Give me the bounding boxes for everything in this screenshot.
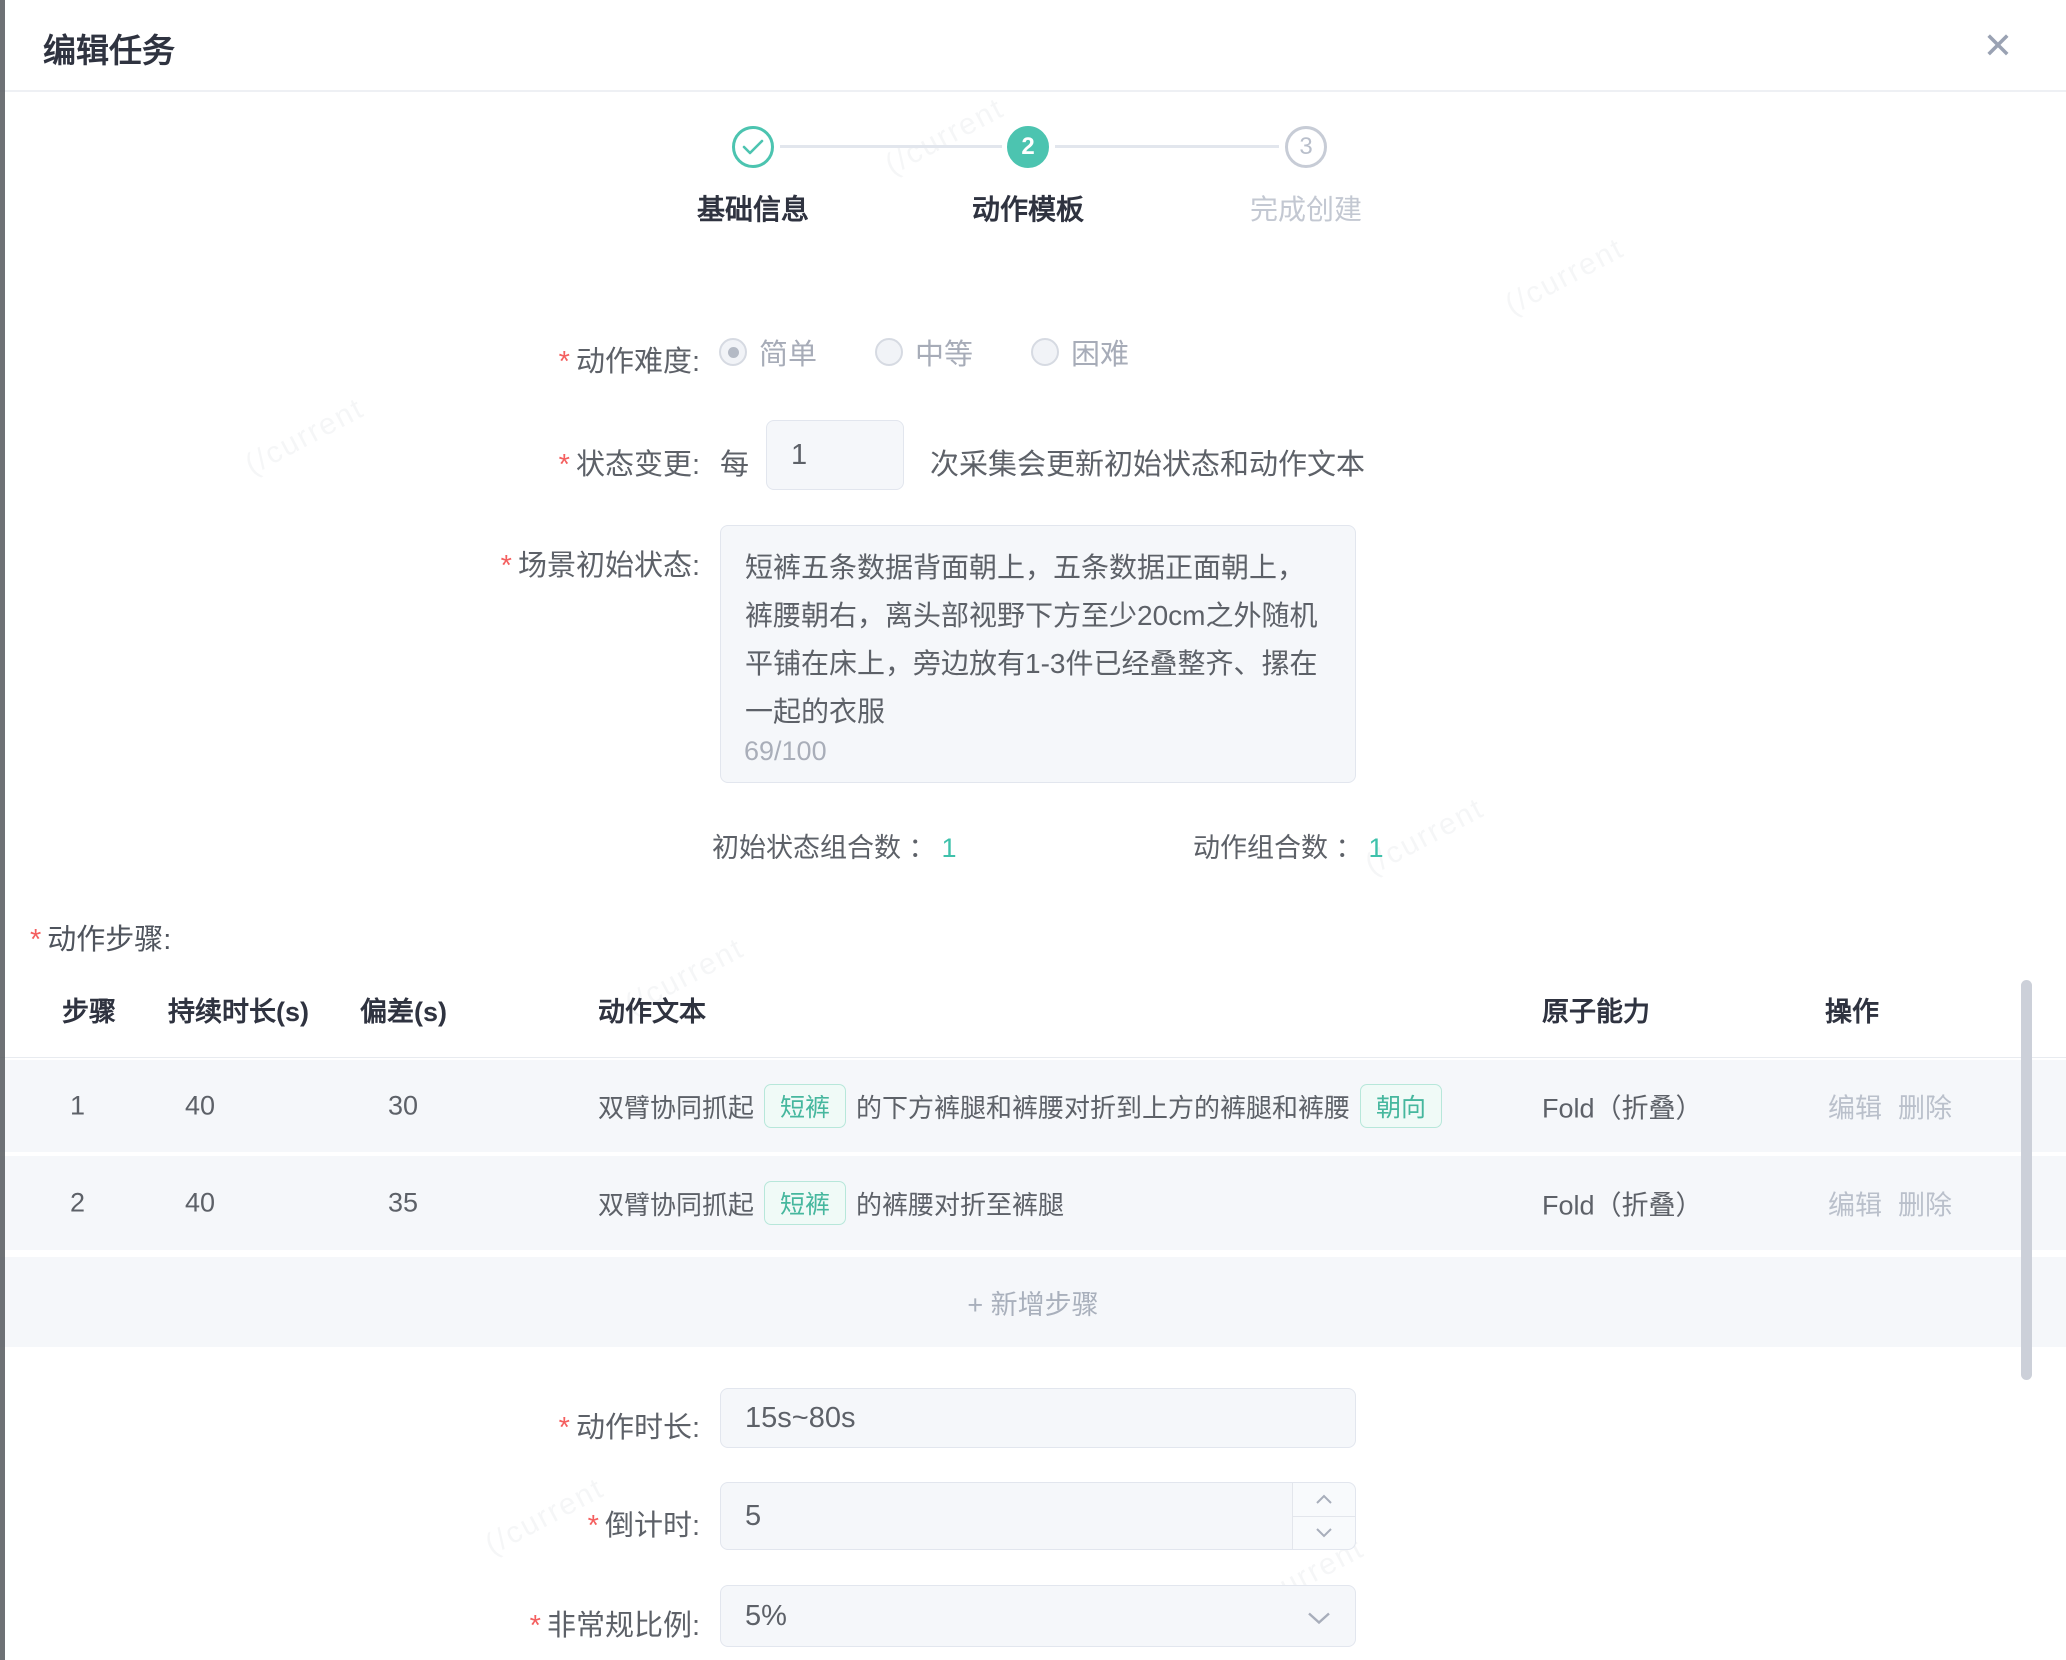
action-duration-label: *动作时长: [40,1404,700,1446]
difficulty-label: *动作难度: [40,338,700,380]
row2-deviation: 35 [388,1188,418,1219]
col-header-operations: 操作 [1825,990,1879,1029]
row1-index: 1 [70,1091,85,1122]
col-header-atomic-ability: 原子能力 [1542,990,1650,1029]
watermark: (/current [880,92,1010,183]
col-header-action-text: 动作文本 [598,990,706,1029]
difficulty-radio-group: 简单 中等 困难 [719,330,1129,374]
unusual-ratio-value: 5% [745,1600,787,1633]
required-asterisk: * [559,449,570,481]
countdown-spinner [1292,1483,1355,1549]
step-row-1: 1 40 30 双臂协同抓起 短裤 的下方裤腿和裤腰对折到上方的裤腿和裤腰 朝向… [0,1060,2066,1152]
scene-initial-text: 短裤五条数据背面朝上，五条数据正面朝上，裤腰朝右，离头部视野下方至少20cm之外… [745,552,1317,727]
state-change-label: *状态变更: [40,441,700,483]
row2-edit-link[interactable]: 编辑 [1828,1184,1882,1223]
required-asterisk: * [501,550,512,582]
step-row-2: 2 40 35 双臂协同抓起 短裤 的裤腰对折至裤腿 Fold（折叠） 编辑 删… [0,1156,2066,1250]
edit-task-dialog: (/current (/current (/current (/current … [0,0,2066,1660]
row1-action-text: 双臂协同抓起 短裤 的下方裤腿和裤腰对折到上方的裤腿和裤腰 朝向 [598,1084,1442,1128]
row2-ability: Fold（折叠） [1542,1184,1703,1223]
close-icon: ✕ [1983,25,2013,67]
action-duration-input[interactable]: 15s~80s [720,1388,1356,1448]
radio-simple[interactable]: 简单 [719,331,817,373]
initial-combo-count: 初始状态组合数 ：1 [712,826,957,865]
chevron-up-icon [1316,1494,1332,1504]
chevron-down-icon [1307,1600,1331,1633]
stepper-connector [1055,145,1279,148]
close-button[interactable]: ✕ [1972,20,2024,72]
page-left-edge [0,0,5,1660]
row1-delete-link[interactable]: 删除 [1898,1087,1952,1126]
watermark: (/current [1500,232,1630,323]
row1-ability: Fold（折叠） [1542,1087,1703,1126]
action-duration-value: 15s~80s [745,1402,855,1435]
unusual-ratio-label: *非常规比例: [40,1602,700,1644]
required-asterisk: * [30,924,41,956]
row2-delete-link[interactable]: 删除 [1898,1184,1952,1223]
step1-check-icon [732,126,774,168]
action-combo-value[interactable]: 1 [1369,833,1384,863]
required-asterisk: * [588,1510,599,1542]
radio-simple-dot[interactable] [719,338,747,366]
radio-medium-dot[interactable] [875,338,903,366]
initial-combo-value[interactable]: 1 [942,833,957,863]
row1-edit-link[interactable]: 编辑 [1828,1087,1882,1126]
countdown-value: 5 [745,1500,761,1533]
row2-action-mid: 的裤腰对折至裤腿 [856,1185,1064,1222]
spinner-down-button[interactable] [1293,1517,1355,1550]
step2-circle: 2 [1007,126,1049,168]
state-change-value: 1 [791,439,807,472]
chevron-down-icon [1316,1528,1332,1538]
unusual-ratio-select[interactable]: 5% [720,1585,1356,1647]
object-tag[interactable]: 短裤 [764,1181,846,1225]
action-combo-count: 动作组合数 ：1 [1193,826,1384,865]
row2-index: 2 [70,1188,85,1219]
col-header-deviation: 偏差(s) [360,990,447,1029]
required-asterisk: * [559,346,570,378]
row1-action-pre: 双臂协同抓起 [598,1088,754,1125]
add-step-label: + 新增步骤 [967,1283,1098,1322]
row2-action-pre: 双臂协同抓起 [598,1185,754,1222]
radio-simple-label: 简单 [759,331,817,373]
radio-hard-label: 困难 [1071,331,1129,373]
radio-hard[interactable]: 困难 [1031,331,1129,373]
required-asterisk: * [559,1412,570,1444]
vertical-scrollbar[interactable] [2021,980,2032,1380]
row1-duration: 40 [185,1091,215,1122]
state-change-input[interactable]: 1 [766,420,904,490]
dialog-header: 编辑任务 ✕ [0,0,2066,92]
col-header-step: 步骤 [62,990,116,1029]
countdown-input[interactable]: 5 [720,1482,1356,1550]
required-asterisk: * [530,1610,541,1642]
table-divider [0,1057,2066,1058]
state-change-prefix: 每 [720,441,749,483]
scene-initial-label: *场景初始状态: [40,542,700,584]
step-label-action-template[interactable]: 动作模板 [972,188,1084,228]
row1-deviation: 30 [388,1091,418,1122]
stepper-connector [780,145,1002,148]
row2-duration: 40 [185,1188,215,1219]
char-counter: 69/100 [744,736,827,767]
row2-action-text: 双臂协同抓起 短裤 的裤腰对折至裤腿 [598,1181,1064,1225]
dialog-title: 编辑任务 [43,24,175,72]
col-header-duration: 持续时长(s) [168,990,309,1029]
step-label-basic-info[interactable]: 基础信息 [697,188,809,228]
step-label-finish-create[interactable]: 完成创建 [1250,188,1362,228]
radio-hard-dot[interactable] [1031,338,1059,366]
initial-combo-label: 初始状态组合数 ： [712,833,936,863]
action-steps-section-label: *动作步骤: [30,916,171,958]
orientation-tag[interactable]: 朝向 [1360,1084,1442,1128]
spinner-up-button[interactable] [1293,1483,1355,1517]
add-step-button[interactable]: + 新增步骤 [0,1257,2066,1347]
step3-circle: 3 [1285,126,1327,168]
object-tag[interactable]: 短裤 [764,1084,846,1128]
radio-medium[interactable]: 中等 [875,331,973,373]
state-change-suffix: 次采集会更新初始状态和动作文本 [930,441,1365,483]
row1-action-mid: 的下方裤腿和裤腰对折到上方的裤腿和裤腰 [856,1088,1350,1125]
action-combo-label: 动作组合数 ： [1193,833,1363,863]
countdown-label: *倒计时: [40,1502,700,1544]
radio-medium-label: 中等 [915,331,973,373]
